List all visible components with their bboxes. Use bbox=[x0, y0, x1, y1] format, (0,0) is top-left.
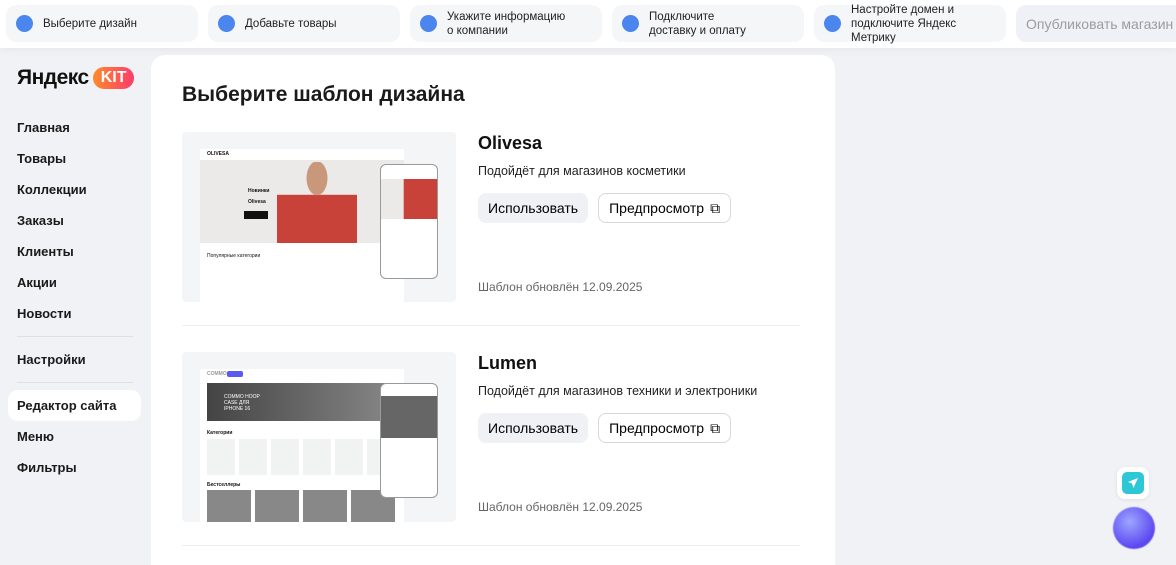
main-content: Выберите шаблон дизайна OLIVESA Новинки … bbox=[151, 55, 835, 565]
template-updated-date: Шаблон обновлён 12.09.2025 bbox=[478, 280, 643, 294]
template-updated-date: Шаблон обновлён 12.09.2025 bbox=[478, 500, 643, 514]
onboarding-steps: Выберите дизайн Добавьте товары Укажите … bbox=[0, 0, 1176, 48]
thumb-text: Популярные категории bbox=[207, 253, 261, 259]
step-status-icon bbox=[16, 15, 33, 32]
template-description: Подойдёт для магазинов косметики bbox=[478, 164, 686, 178]
preview-label: Предпросмотр bbox=[609, 420, 705, 436]
sidebar-item-menu[interactable]: Меню bbox=[8, 421, 141, 452]
logo-brand: Яндекс bbox=[17, 66, 89, 89]
step-status-icon bbox=[420, 15, 437, 32]
step-add-products[interactable]: Добавьте товары bbox=[208, 5, 400, 42]
external-link-icon: ⧉ bbox=[710, 419, 721, 436]
sidebar-item-clients[interactable]: Клиенты bbox=[8, 236, 141, 267]
sidebar-item-promotions[interactable]: Акции bbox=[8, 267, 141, 298]
step-status-icon bbox=[218, 15, 235, 32]
thumb-brand: COMMO bbox=[207, 371, 227, 377]
template-thumbnail[interactable]: COMMO COMMO HOOP CASE ДЛЯ IPHONE 16 Кате… bbox=[182, 352, 456, 522]
alice-assistant-button[interactable] bbox=[1113, 507, 1155, 549]
sidebar-item-filters[interactable]: Фильтры bbox=[8, 452, 141, 483]
sidebar-item-home[interactable]: Главная bbox=[8, 112, 141, 143]
sidebar-item-products[interactable]: Товары bbox=[8, 143, 141, 174]
thumb-text: COMMO HOOP CASE ДЛЯ IPHONE 16 bbox=[224, 394, 260, 412]
sidebar-item-collections[interactable]: Коллекции bbox=[8, 174, 141, 205]
external-link-icon: ⧉ bbox=[710, 199, 721, 216]
sidebar-nav: Главная Товары Коллекции Заказы Клиенты … bbox=[8, 112, 141, 483]
thumb-text: Новинки bbox=[248, 188, 270, 194]
divider bbox=[182, 325, 800, 326]
preview-label: Предпросмотр bbox=[609, 200, 705, 216]
step-label: Укажите информацию о компании bbox=[447, 10, 566, 37]
template-description: Подойдёт для магазинов техники и электро… bbox=[478, 384, 758, 398]
template-name: Lumen bbox=[478, 353, 538, 373]
logo-product: KIT bbox=[92, 67, 135, 89]
divider bbox=[17, 382, 133, 383]
sidebar-item-site-editor[interactable]: Редактор сайта bbox=[8, 390, 141, 421]
sidebar-item-news[interactable]: Новости bbox=[8, 298, 141, 329]
sidebar: Яндекс KIT Главная Товары Коллекции Заказ… bbox=[0, 48, 150, 557]
step-choose-design[interactable]: Выберите дизайн bbox=[6, 5, 198, 42]
template-info: Lumen Подойдёт для магазинов техники и э… bbox=[478, 352, 757, 443]
step-label: Выберите дизайн bbox=[43, 17, 137, 30]
send-arrow-icon bbox=[1122, 472, 1144, 494]
divider bbox=[17, 336, 133, 337]
sidebar-item-orders[interactable]: Заказы bbox=[8, 205, 141, 236]
thumb-text: Категории bbox=[207, 430, 233, 436]
step-status-icon bbox=[824, 15, 841, 32]
template-thumbnail[interactable]: OLIVESA Новинки Olivesa Популярные катег… bbox=[182, 132, 456, 302]
thumb-text: Olivesa bbox=[248, 199, 266, 205]
yandex-kit-logo[interactable]: Яндекс KIT bbox=[17, 66, 135, 90]
template-card-olivesa: OLIVESA Новинки Olivesa Популярные катег… bbox=[182, 132, 800, 304]
use-template-button[interactable]: Использовать bbox=[478, 413, 589, 443]
template-name: Olivesa bbox=[478, 133, 543, 153]
step-label: Настройте домен и подключите Яндекс Метр… bbox=[851, 3, 957, 44]
telegram-support-button[interactable] bbox=[1117, 467, 1149, 499]
step-label: Подключите доставку и оплату bbox=[649, 10, 746, 37]
step-label: Добавьте товары bbox=[245, 17, 337, 30]
publish-store-button[interactable]: Опубликовать магазин bbox=[1016, 5, 1176, 42]
thumb-text: Бестселлеры bbox=[207, 482, 241, 488]
thumb-brand: OLIVESA bbox=[207, 151, 229, 157]
preview-template-button[interactable]: Предпросмотр ⧉ bbox=[598, 193, 732, 223]
step-company-info[interactable]: Укажите информацию о компании bbox=[410, 5, 602, 42]
divider bbox=[182, 545, 800, 546]
step-status-icon bbox=[622, 15, 639, 32]
page-title: Выберите шаблон дизайна bbox=[182, 83, 465, 106]
sidebar-item-settings[interactable]: Настройки bbox=[8, 344, 141, 375]
step-delivery-payment[interactable]: Подключите доставку и оплату bbox=[612, 5, 804, 42]
preview-template-button[interactable]: Предпросмотр ⧉ bbox=[598, 413, 732, 443]
template-info: Olivesa Подойдёт для магазинов косметики… bbox=[478, 132, 732, 223]
use-template-button[interactable]: Использовать bbox=[478, 193, 589, 223]
template-card-lumen: COMMO COMMO HOOP CASE ДЛЯ IPHONE 16 Кате… bbox=[182, 352, 800, 524]
step-domain-metrika[interactable]: Настройте домен и подключите Яндекс Метр… bbox=[814, 3, 1006, 44]
